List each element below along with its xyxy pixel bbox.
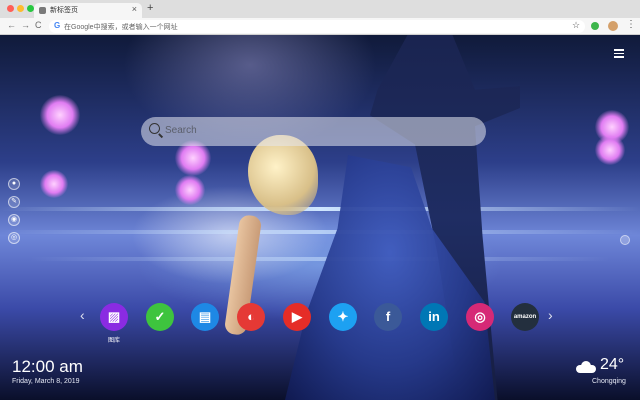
cloud-icon (576, 361, 596, 373)
side-settings-icon[interactable]: ◎ (8, 232, 20, 244)
quick-link-linkedin[interactable]: in (420, 303, 448, 331)
google-icon: G (54, 21, 61, 30)
new-tab-page: Search ● ✎ ◉ ◎ ‹ › ▨ 图库 ✓ ▤ ◐ ▶ ✦ f in ◎ amazon 12… (0, 35, 640, 400)
quick-link-checklist[interactable]: ✓ (146, 303, 174, 331)
reload-button[interactable]: C (35, 20, 42, 30)
dock-next-arrow-icon[interactable]: › (548, 307, 553, 323)
active-tab[interactable]: 新标签页 × (34, 3, 142, 18)
stage-beam (0, 207, 640, 211)
new-tab-button[interactable]: + (147, 2, 153, 14)
stage-light (40, 170, 68, 198)
tab-bar: 新标签页 × + (0, 0, 640, 18)
stage-beam (0, 230, 640, 234)
browser-menu-icon[interactable]: ⋮ (626, 19, 636, 30)
right-toggle-icon[interactable] (620, 235, 630, 245)
minimize-window-button[interactable] (17, 5, 24, 12)
quick-link-youtube[interactable]: ▶ (283, 303, 311, 331)
address-bar[interactable]: G 在Google中搜索，或者输入一个网址 (49, 20, 585, 33)
address-bar-placeholder: 在Google中搜索，或者输入一个网址 (64, 24, 178, 31)
close-window-button[interactable] (7, 5, 14, 12)
side-shortcut-icon[interactable]: ● (8, 178, 20, 190)
search-input[interactable]: Search (141, 117, 486, 146)
stage-light (175, 175, 205, 205)
profile-avatar[interactable] (608, 21, 618, 31)
weather-city: Chongqing (592, 378, 626, 385)
menu-icon[interactable] (614, 49, 624, 60)
quick-link-gallery[interactable]: ▨ (100, 303, 128, 331)
female-dancer-hair (248, 135, 318, 215)
forward-button[interactable]: → (21, 20, 30, 30)
quick-link-facebook[interactable]: f (374, 303, 402, 331)
quick-link-twitter[interactable]: ✦ (329, 303, 357, 331)
quick-link-label: 图库 (107, 338, 120, 344)
browser-toolbar: ← → C G 在Google中搜索，或者输入一个网址 ☆ (0, 18, 640, 35)
dock-prev-arrow-icon[interactable]: ‹ (80, 307, 85, 323)
back-button[interactable]: ← (7, 20, 16, 30)
quick-link-paint[interactable]: ◐ (237, 303, 265, 331)
clock-time: 12:00 am (12, 357, 83, 376)
quick-link-instagram[interactable]: ◎ (466, 303, 494, 331)
weather-temperature: 24° (600, 356, 625, 373)
quick-link-notes[interactable]: ▤ (191, 303, 219, 331)
clock-date: Friday, March 8, 2019 (12, 378, 80, 385)
tab-favicon-icon (39, 7, 46, 14)
search-icon (149, 123, 160, 134)
quick-link-amazon[interactable]: amazon (511, 303, 539, 331)
maximize-window-button[interactable] (27, 5, 34, 12)
side-edit-icon[interactable]: ✎ (8, 196, 20, 208)
search-placeholder: Search (165, 125, 197, 136)
tab-close-icon[interactable]: × (132, 4, 137, 14)
stage-light (595, 135, 625, 165)
stage-beam (30, 257, 610, 261)
bookmark-star-icon[interactable]: ☆ (572, 20, 580, 31)
side-history-icon[interactable]: ◉ (8, 214, 20, 226)
stage-light (40, 95, 80, 135)
tab-title: 新标签页 (50, 7, 78, 14)
extension-icon[interactable] (591, 22, 599, 30)
